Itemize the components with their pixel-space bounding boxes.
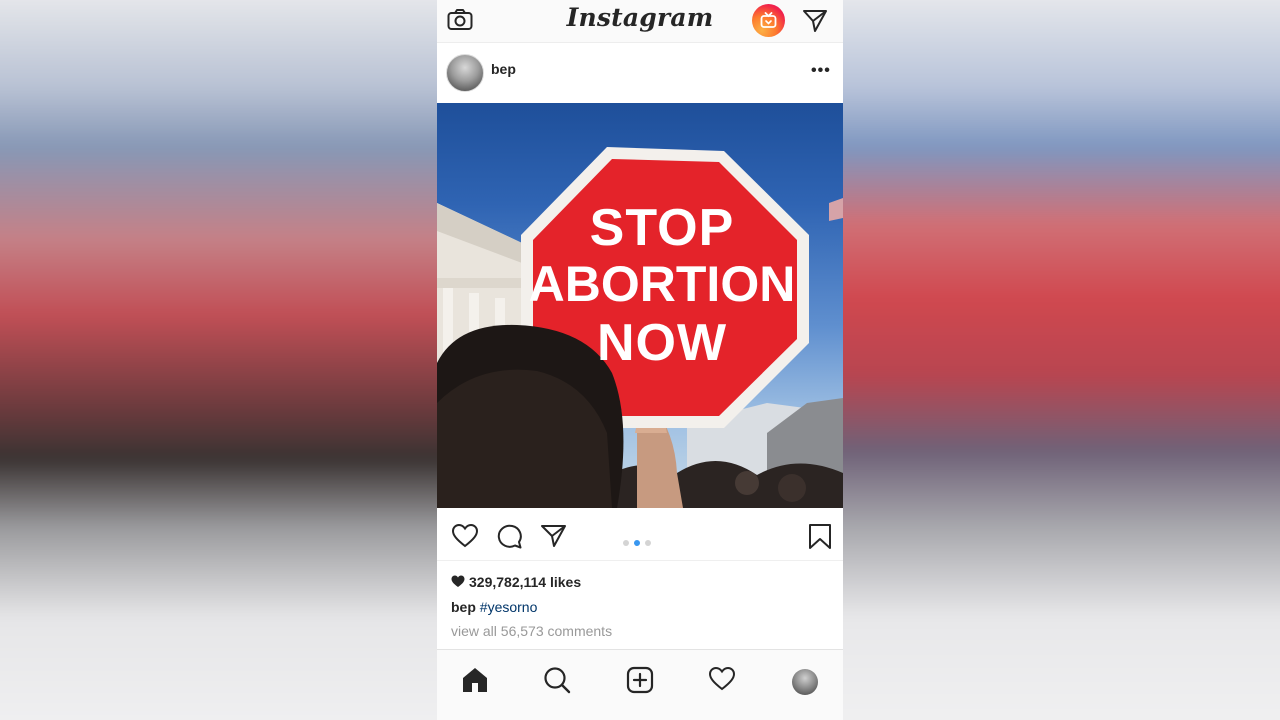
- search-icon[interactable]: [543, 666, 571, 699]
- profile-avatar[interactable]: [792, 669, 818, 695]
- sign-line-1: STOP: [589, 199, 735, 257]
- bottom-nav: [437, 649, 843, 720]
- carousel-dot: [645, 540, 651, 546]
- avatar[interactable]: [446, 54, 484, 92]
- carousel-dot: [623, 540, 629, 546]
- carousel-indicator: [623, 533, 656, 551]
- activity-heart-icon[interactable]: [708, 666, 736, 697]
- instagram-app-screen: Instagram bep ••• STOP ABORTION NOW 329,…: [437, 0, 843, 720]
- top-bar: Instagram: [437, 0, 843, 43]
- sign-line-3: NOW: [596, 314, 728, 372]
- post-actions: [437, 508, 843, 561]
- like-heart-icon[interactable]: [451, 523, 479, 554]
- likes-count[interactable]: 329,782,114 likes: [451, 574, 581, 591]
- view-comments-link[interactable]: view all 56,573 comments: [451, 623, 612, 639]
- bookmark-icon[interactable]: [808, 523, 832, 555]
- caption-hashtag[interactable]: #yesorno: [480, 599, 538, 615]
- post-header: bep •••: [437, 42, 843, 102]
- more-options-icon[interactable]: •••: [811, 62, 831, 80]
- sign-line-2: ABORTION: [528, 256, 796, 312]
- background-blur-right: [843, 0, 1280, 720]
- igtv-icon[interactable]: [752, 4, 785, 37]
- direct-message-icon[interactable]: [802, 8, 828, 34]
- home-icon[interactable]: [461, 666, 489, 699]
- new-post-icon[interactable]: [626, 666, 654, 699]
- post-image[interactable]: STOP ABORTION NOW: [437, 103, 843, 508]
- background-blur-left: [0, 0, 437, 720]
- caption-username[interactable]: bep: [451, 599, 476, 615]
- share-icon[interactable]: [540, 523, 567, 554]
- comment-icon[interactable]: [496, 523, 523, 555]
- likes-heart-icon: [451, 575, 465, 591]
- likes-text: 329,782,114 likes: [469, 574, 582, 590]
- carousel-dot-active: [634, 540, 640, 546]
- post-caption: bep #yesorno: [451, 599, 537, 615]
- post-username[interactable]: bep: [491, 61, 516, 77]
